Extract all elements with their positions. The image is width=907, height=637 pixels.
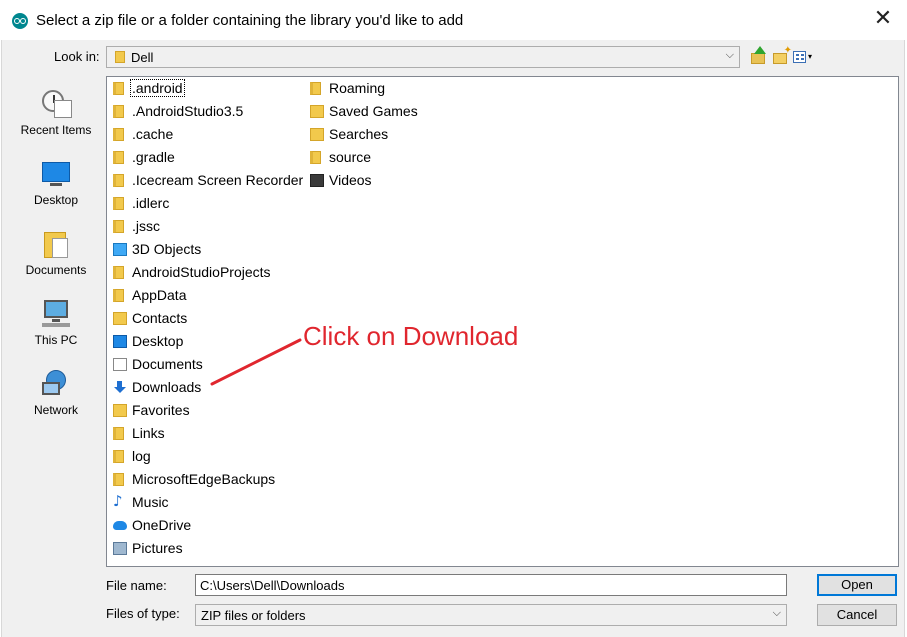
places-bar: Recent Items Desktop Documents This PC N… [6,74,106,534]
look-in-combo[interactable]: Dell ⌵ [106,46,740,68]
folder-icon [113,289,124,302]
folder-icon [113,266,124,279]
cancel-button[interactable]: Cancel [817,604,897,626]
place-desktop[interactable]: Desktop [6,158,106,207]
place-this-pc[interactable]: This PC [6,298,106,347]
files-of-type-select[interactable]: ZIP files or folders ⌵ [195,604,787,626]
recent-items-icon [40,88,72,120]
folder-icon [115,51,125,63]
place-recent-items[interactable]: Recent Items [6,88,106,137]
up-one-level-icon[interactable] [750,46,768,66]
chevron-down-icon[interactable]: ⌵ [726,48,734,62]
folder-icon [113,473,124,486]
folder-icon [113,220,124,233]
folder-icon [310,151,321,164]
folder-icon [113,450,124,463]
documents-icon [40,228,72,260]
place-label: Desktop [33,193,79,207]
onedrive-icon [113,521,127,530]
videos-icon [310,174,324,187]
place-documents[interactable]: Documents [6,228,106,277]
place-network[interactable]: Network [6,368,106,417]
files-of-type-label: Files of type: [106,606,180,621]
chevron-down-icon[interactable]: ⌵ [773,606,781,620]
folder-icon [310,82,321,95]
documents-folder-icon [113,358,127,371]
contacts-icon [113,312,127,325]
place-label: Recent Items [20,123,92,137]
folder-icon [113,105,124,118]
place-label: Documents [25,263,87,277]
new-folder-icon[interactable]: ✦ [772,45,792,66]
annotation-text: Click on Download [303,321,519,351]
look-in-value: Dell [131,50,154,65]
folder-icon [113,151,124,164]
music-icon: ♪ [113,492,123,510]
this-pc-icon [40,298,72,330]
folder-icon [113,197,124,210]
links-icon [113,427,124,440]
dialog-title: Select a zip file or a folder containing… [36,12,464,29]
pictures-icon [113,542,127,555]
title-bar: Select a zip file or a folder containing… [0,0,907,40]
file-name-input[interactable] [195,574,787,596]
network-icon [40,368,72,400]
saved-games-icon [310,105,324,118]
downloads-icon [113,381,127,394]
folder-icon [113,174,124,187]
file-name-label: File name: [106,578,167,593]
folder-icon [113,128,124,141]
arduino-app-icon [12,13,28,29]
close-button[interactable]: ✕ [871,8,895,32]
3d-objects-icon [113,243,127,256]
folder-icon [113,82,124,95]
place-label: This PC [34,333,78,347]
desktop-icon [40,158,72,190]
look-in-label: Look in: [54,49,100,64]
open-button[interactable]: Open [817,574,897,596]
place-label: Network [33,403,78,417]
searches-icon [310,128,324,141]
files-of-type-value: ZIP files or folders [201,608,306,623]
view-menu-icon[interactable]: ▾ [792,48,816,66]
favorites-icon [113,404,127,417]
desktop-folder-icon [113,335,127,348]
